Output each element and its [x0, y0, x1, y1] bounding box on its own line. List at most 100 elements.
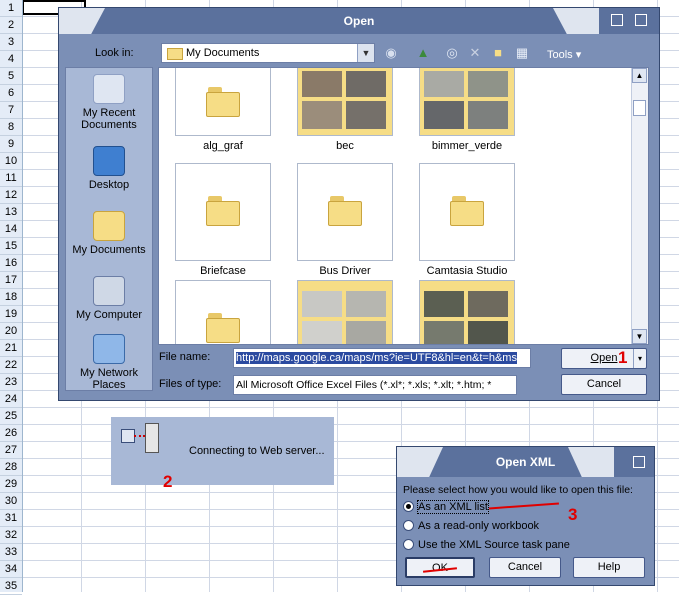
- row-header[interactable]: 9: [0, 136, 22, 153]
- file-item[interactable]: bimmer_verde: [419, 68, 515, 152]
- photo-folder-thumbnail: [297, 68, 393, 136]
- chevron-down-icon[interactable]: ▼: [357, 44, 374, 62]
- file-name-value: http://maps.google.ca/maps/ms?ie=UTF8&hl…: [236, 352, 517, 364]
- row-header[interactable]: 35: [0, 578, 22, 595]
- help-icon[interactable]: [611, 14, 623, 26]
- cancel-button[interactable]: Cancel: [489, 557, 561, 578]
- folder-thumbnail: [175, 280, 271, 344]
- radio-button-selected[interactable]: [403, 501, 414, 512]
- row-header[interactable]: 20: [0, 323, 22, 340]
- annotation-marker: 1: [618, 348, 628, 367]
- place-desktop[interactable]: Desktop: [66, 146, 152, 191]
- ok-button[interactable]: OK: [405, 557, 475, 578]
- place-my-recent-documents[interactable]: My Recent Documents: [66, 74, 152, 131]
- row-header[interactable]: 4: [0, 51, 22, 68]
- file-item[interactable]: Briefcase: [175, 163, 271, 277]
- row-header[interactable]: 18: [0, 289, 22, 306]
- close-icon[interactable]: [635, 14, 647, 26]
- search-web-icon[interactable]: ◎: [443, 44, 461, 62]
- file-item[interactable]: Bus Driver: [297, 163, 393, 277]
- row-header[interactable]: 28: [0, 459, 22, 476]
- help-button[interactable]: Help: [573, 557, 645, 578]
- row-header[interactable]: 15: [0, 238, 22, 255]
- file-item[interactable]: [297, 280, 393, 344]
- file-name: bimmer_verde: [431, 140, 503, 152]
- row-header[interactable]: 14: [0, 221, 22, 238]
- file-name-label: File name:: [159, 351, 211, 363]
- folder-thumbnail: [175, 163, 271, 261]
- folder-thumbnail: [175, 68, 271, 136]
- up-folder-icon[interactable]: ▲: [414, 44, 432, 62]
- row-header[interactable]: 17: [0, 272, 22, 289]
- row-header[interactable]: 11: [0, 170, 22, 187]
- place-my-documents[interactable]: My Documents: [66, 211, 152, 256]
- file-item[interactable]: alg_graf: [175, 68, 271, 152]
- radio-label: Use the XML Source task pane: [418, 539, 570, 551]
- row-header[interactable]: 3: [0, 34, 22, 51]
- delete-icon[interactable]: ✕: [466, 44, 484, 62]
- row-header[interactable]: 24: [0, 391, 22, 408]
- radio-button[interactable]: [403, 539, 414, 550]
- place-label: My Network Places: [79, 367, 139, 391]
- row-header[interactable]: 22: [0, 357, 22, 374]
- open-button[interactable]: Open ▾: [561, 348, 647, 369]
- row-header[interactable]: 33: [0, 544, 22, 561]
- row-header[interactable]: 32: [0, 527, 22, 544]
- row-header[interactable]: 6: [0, 85, 22, 102]
- row-header[interactable]: 31: [0, 510, 22, 527]
- row-header[interactable]: 25: [0, 408, 22, 425]
- files-of-type-value: All Microsoft Office Excel Files (*.xl*;…: [236, 379, 492, 391]
- cancel-button-label: Cancel: [586, 378, 622, 390]
- places-bar: My Recent Documents Desktop My Documents…: [65, 67, 153, 391]
- row-header[interactable]: 30: [0, 493, 22, 510]
- row-header[interactable]: 2: [0, 17, 22, 34]
- scroll-thumb[interactable]: [633, 100, 646, 116]
- radio-read-only-workbook[interactable]: As a read-only workbook: [403, 520, 539, 532]
- scroll-up-icon[interactable]: ▲: [632, 68, 647, 83]
- row-header[interactable]: 27: [0, 442, 22, 459]
- row-header[interactable]: 21: [0, 340, 22, 357]
- place-my-network-places[interactable]: My Network Places: [66, 334, 152, 391]
- radio-button[interactable]: [403, 520, 414, 531]
- new-folder-icon[interactable]: ■: [489, 44, 507, 62]
- photo-folder-thumbnail: [297, 280, 393, 344]
- file-item[interactable]: Camtasia Studio: [419, 163, 515, 277]
- file-item[interactable]: [419, 280, 515, 344]
- tools-menu[interactable]: Tools ▾: [547, 48, 581, 61]
- row-header[interactable]: 1: [0, 0, 22, 17]
- row-header[interactable]: 23: [0, 374, 22, 391]
- row-header[interactable]: 13: [0, 204, 22, 221]
- file-item[interactable]: bec: [297, 68, 393, 152]
- file-item[interactable]: [175, 280, 271, 344]
- row-header[interactable]: 26: [0, 425, 22, 442]
- chevron-down-icon[interactable]: ▾: [633, 349, 646, 368]
- radio-label: As an XML list: [417, 500, 489, 514]
- close-icon[interactable]: [633, 456, 645, 468]
- file-name: Bus Driver: [319, 265, 371, 277]
- row-header[interactable]: 19: [0, 306, 22, 323]
- annotation-marker: 3: [568, 505, 578, 524]
- row-header[interactable]: 5: [0, 68, 22, 85]
- look-in-select[interactable]: My Documents ▼: [161, 43, 375, 63]
- place-my-computer[interactable]: My Computer: [66, 276, 152, 321]
- radio-xml-source-pane[interactable]: Use the XML Source task pane: [403, 539, 570, 551]
- scroll-down-icon[interactable]: ▼: [632, 329, 647, 344]
- row-header[interactable]: 29: [0, 476, 22, 493]
- row-header[interactable]: 10: [0, 153, 22, 170]
- file-list[interactable]: alg_graf bec bimmer_verde Briefcase Bus …: [158, 67, 649, 345]
- radio-xml-list[interactable]: As an XML list: [403, 500, 489, 514]
- back-icon[interactable]: ◉: [382, 44, 400, 62]
- file-name: bec: [336, 140, 354, 152]
- file-list-scrollbar[interactable]: ▲ ▼: [631, 68, 648, 344]
- file-name-input[interactable]: http://maps.google.ca/maps/ms?ie=UTF8&hl…: [233, 348, 531, 368]
- files-of-type-select[interactable]: All Microsoft Office Excel Files (*.xl*;…: [233, 375, 517, 395]
- row-header[interactable]: 8: [0, 119, 22, 136]
- cancel-button[interactable]: Cancel: [561, 374, 647, 395]
- row-header[interactable]: 7: [0, 102, 22, 119]
- views-icon[interactable]: ▦: [513, 44, 531, 62]
- network-places-icon: [93, 334, 125, 364]
- row-header[interactable]: 16: [0, 255, 22, 272]
- row-header[interactable]: 12: [0, 187, 22, 204]
- row-header[interactable]: 34: [0, 561, 22, 578]
- connecting-status-popup: Connecting to Web server...: [111, 417, 334, 485]
